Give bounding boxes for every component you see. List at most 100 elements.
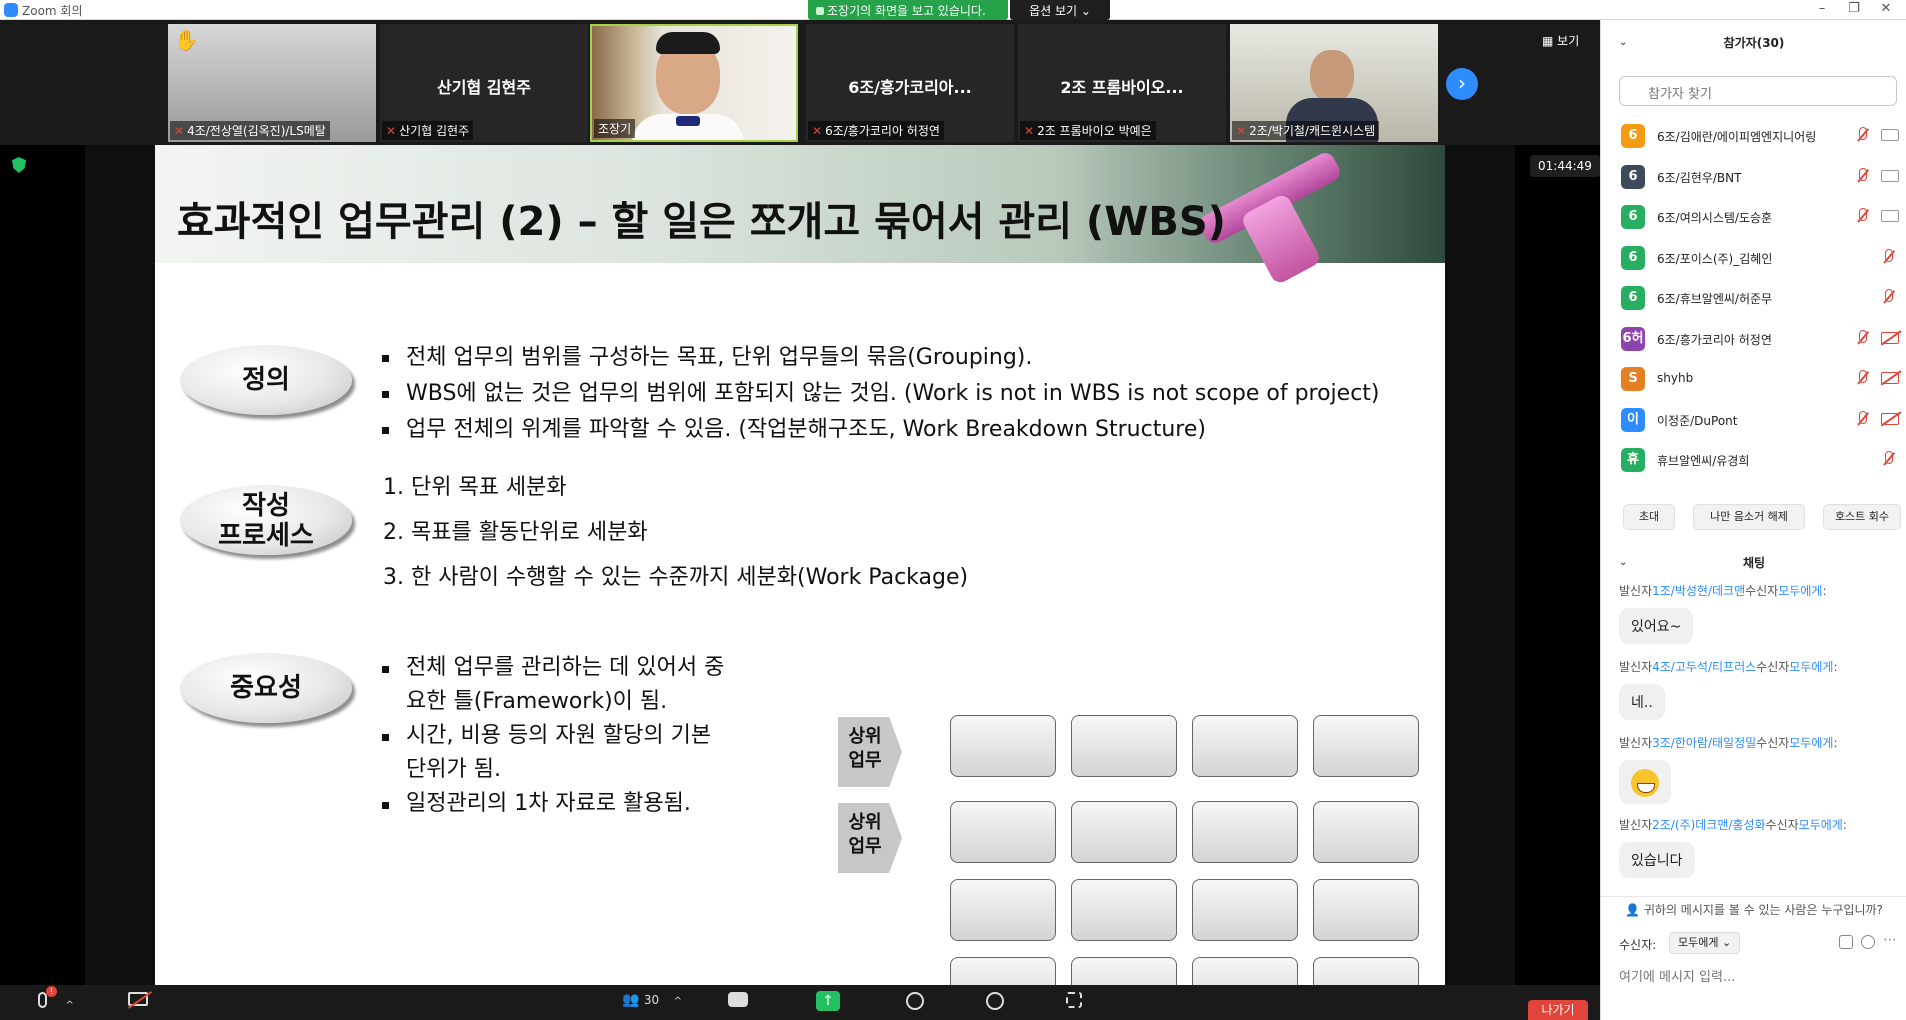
wbs-box bbox=[950, 715, 1056, 777]
chat-message-meta: 발신자2조/(주)데크맨/홍성화수신자모두에게: bbox=[1619, 816, 1847, 833]
chat-sender-prefix: 발신자 bbox=[1619, 660, 1653, 674]
reclaim-host-button[interactable]: 호스트 회수 bbox=[1823, 504, 1901, 530]
avatar: 이 bbox=[1621, 407, 1645, 432]
tile-name-text: 조장기 bbox=[598, 122, 632, 136]
wbs-box bbox=[1071, 715, 1177, 777]
record-button[interactable] bbox=[906, 992, 924, 1014]
definition-bullets: 전체 업무의 범위를 구성하는 목표, 단위 업무들의 묶음(Grouping)… bbox=[380, 340, 1380, 448]
video-icon bbox=[1881, 129, 1899, 141]
muted-mic-icon bbox=[1855, 207, 1869, 225]
close-icon[interactable]: ✕ bbox=[1876, 1, 1896, 18]
video-tile[interactable]: 2조 프롬바이오... ✕ 2조 프롬바이오 박예은 bbox=[1018, 24, 1226, 142]
mic-alert-badge: ! bbox=[46, 986, 57, 997]
video-tile-active-speaker[interactable]: 조장기 bbox=[590, 24, 798, 142]
importance-bullet: 일정관리의 1차 자료로 활용됨. bbox=[380, 787, 730, 821]
muted-mic-icon bbox=[1881, 248, 1895, 266]
collapse-chevron-icon[interactable]: ⌄ bbox=[1619, 548, 1627, 578]
chat-recipient-name[interactable]: 모두에게 bbox=[1789, 736, 1833, 750]
chat-message-bubble: 있어요~ bbox=[1619, 608, 1694, 644]
importance-bullet: 전체 업무를 관리하는 데 있어서 중요한 틀(Framework)이 됨. bbox=[380, 651, 730, 719]
slide-header: 효과적인 업무관리 (2) – 할 일은 쪼개고 묶어서 관리 (WBS) bbox=[155, 145, 1445, 286]
start-video-button[interactable] bbox=[128, 992, 148, 1010]
avatar: 휴 bbox=[1621, 448, 1645, 472]
participant-name: 6조/흥가코리아 허정연 bbox=[1657, 332, 1772, 347]
muted-mic-icon bbox=[1855, 126, 1869, 144]
view-options-button[interactable]: 옵션 보기 ⌄ bbox=[1010, 0, 1110, 20]
participant-row[interactable]: 6 6조/김애란/에이피엠엔지니어링 bbox=[1601, 116, 1906, 156]
video-tile[interactable]: ✕ 2조/박기철/캐드윈시스템 bbox=[1230, 24, 1438, 142]
wbs-arrow-label: 상위 bbox=[848, 726, 882, 747]
encryption-shield-icon[interactable] bbox=[12, 157, 26, 173]
video-strip: ✋ ✕ 4조/전상열(김옥진)/LS메탈 산기협 김현주 ✕ 산기협 김현주 조장기… bbox=[0, 20, 1600, 145]
video-tile[interactable]: ✋ ✕ 4조/전상열(김옥진)/LS메탈 bbox=[168, 24, 376, 142]
participant-search-input[interactable] bbox=[1619, 76, 1897, 106]
minimize-icon[interactable]: – bbox=[1812, 1, 1832, 18]
chat-button[interactable] bbox=[728, 992, 748, 1011]
leave-button[interactable]: 나가기 bbox=[1528, 1000, 1588, 1020]
chat-recipient-name[interactable]: 모두에게 bbox=[1799, 818, 1843, 832]
participants-chevron-icon[interactable]: ^ bbox=[674, 996, 682, 1007]
title-bar: Zoom 회의 조장기의 화면을 보고 있습니다. 옵션 보기 ⌄ – ❐ ✕ bbox=[0, 0, 1906, 20]
wbs-box bbox=[1313, 715, 1419, 777]
reactions-button[interactable] bbox=[986, 992, 1004, 1014]
muted-mic-icon bbox=[1881, 288, 1895, 306]
chat-recipient-name[interactable]: 모두에게 bbox=[1778, 584, 1822, 598]
chat-sender-name[interactable]: 1조/박성현/데크맨 bbox=[1652, 584, 1745, 598]
collapse-chevron-icon[interactable]: ⌄ bbox=[1619, 28, 1627, 58]
next-page-arrow-icon[interactable]: › bbox=[1446, 68, 1478, 100]
video-tile[interactable]: 산기협 김현주 ✕ 산기협 김현주 bbox=[380, 24, 588, 142]
tile-name-text: 6조/흥가코리아 허정연 bbox=[825, 124, 940, 138]
avatar: S bbox=[1621, 367, 1645, 391]
mute-button[interactable]: ! ^ bbox=[38, 986, 74, 1012]
recipient-select[interactable]: 모두에게 ⌄ bbox=[1669, 932, 1741, 954]
share-screen-button[interactable]: ↑ bbox=[816, 991, 840, 1011]
participant-row[interactable]: 휴 휴브알엔씨/유경희 bbox=[1601, 440, 1906, 480]
participant-row[interactable]: Sshyhb bbox=[1601, 359, 1906, 399]
chat-sender-name[interactable]: 3조/한아람/태일정밀 bbox=[1652, 736, 1756, 750]
chat-message-input[interactable] bbox=[1619, 966, 1889, 988]
chat-sender-name[interactable]: 2조/(주)데크맨/홍성화 bbox=[1652, 818, 1765, 832]
share-screen-icon: ↑ bbox=[822, 993, 834, 1009]
tile-center-name: 2조 프롬바이오... bbox=[1060, 78, 1184, 97]
video-tile[interactable]: 6조/흥가코리아... ✕ 6조/흥가코리아 허정연 bbox=[806, 24, 1014, 142]
participant-row[interactable]: 6 6조/포이스(주)_김혜인 bbox=[1601, 238, 1906, 278]
chat-sender-prefix: 발신자 bbox=[1619, 818, 1653, 832]
view-button[interactable]: ▦ 보기 bbox=[1542, 32, 1579, 49]
apps-button[interactable] bbox=[1066, 992, 1082, 1012]
unmute-me-button[interactable]: 나만 음소거 해제 bbox=[1693, 504, 1805, 530]
reactions-icon bbox=[986, 992, 1004, 1010]
participant-row[interactable]: 6 6조/여의시스템/도승훈 bbox=[1601, 197, 1906, 237]
invite-button[interactable]: 초대 bbox=[1623, 504, 1675, 530]
emoji-picker-icon[interactable] bbox=[1861, 935, 1875, 949]
tile-name-text: 2조 프롬바이오 박예은 bbox=[1037, 124, 1152, 138]
people-icon: 👤 bbox=[1625, 903, 1641, 917]
chat-sender-prefix: 발신자 bbox=[1619, 736, 1653, 750]
definition-bullet: 전체 업무의 범위를 구성하는 목표, 단위 업무들의 묶음(Grouping)… bbox=[380, 340, 1380, 376]
chat-sender-prefix: 발신자 bbox=[1619, 584, 1653, 598]
muted-mic-icon: ✕ bbox=[386, 124, 397, 138]
participant-row[interactable]: 이 이정준/DuPont bbox=[1601, 400, 1906, 440]
more-options-icon[interactable]: ⋯ bbox=[1883, 932, 1897, 948]
muted-mic-icon: ✕ bbox=[1024, 124, 1035, 138]
wbs-box bbox=[950, 957, 1056, 985]
share-indicator-icon bbox=[816, 7, 824, 15]
participants-panel-title: 참가자(30) bbox=[1723, 36, 1785, 50]
chat-recipient-name[interactable]: 모두에게 bbox=[1789, 660, 1833, 674]
participant-row[interactable]: 6 6조/휴브알엔씨/허준무 bbox=[1601, 278, 1906, 318]
bow-tie bbox=[676, 116, 700, 126]
participants-button[interactable]: 👥 30 ^ bbox=[622, 992, 682, 1008]
avatar: 6 bbox=[1621, 124, 1645, 148]
wbs-arrow-label: 상위 bbox=[848, 812, 882, 833]
maximize-icon[interactable]: ❐ bbox=[1844, 1, 1864, 18]
chat-meta-suffix: : bbox=[1822, 584, 1827, 598]
who-can-see-text: 귀하의 메시지를 볼 수 있는 사람은 누구입니까? bbox=[1643, 903, 1883, 917]
chat-sender-name[interactable]: 4조/고두석/티프러스 bbox=[1652, 660, 1756, 674]
file-attach-icon[interactable] bbox=[1839, 935, 1853, 949]
participant-row[interactable]: 6 6조/김현우/BNT bbox=[1601, 157, 1906, 197]
mute-options-chevron-icon[interactable]: ^ bbox=[65, 1000, 73, 1011]
chat-panel-header: ⌄ 채팅 bbox=[1601, 548, 1906, 578]
speaker-hair bbox=[656, 32, 720, 54]
participant-row[interactable]: 6허 6조/흥가코리아 허정연 bbox=[1601, 319, 1906, 359]
who-can-see-link[interactable]: 👤 귀하의 메시지를 볼 수 있는 사람은 누구입니까? bbox=[1601, 896, 1906, 922]
process-step: 2. 목표를 활동단위로 세분화 bbox=[383, 520, 648, 545]
